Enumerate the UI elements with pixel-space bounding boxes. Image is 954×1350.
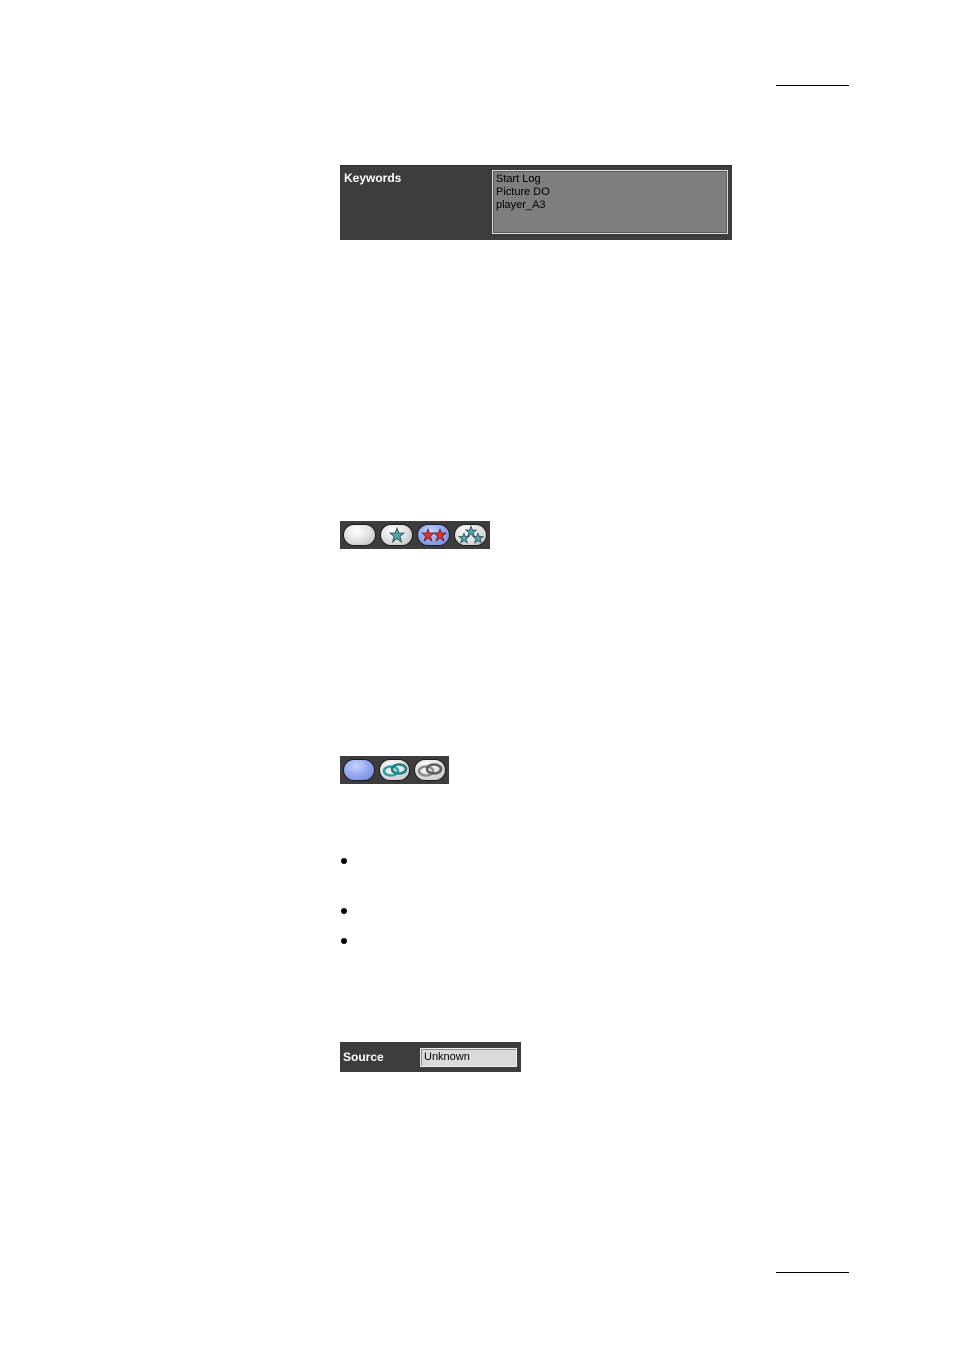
source-panel: Source Unknown (340, 1042, 521, 1072)
link-none-button[interactable] (343, 759, 375, 781)
three-stars-icon (457, 525, 484, 544)
keyword-item: Start Log (496, 173, 541, 185)
source-field[interactable]: Unknown (420, 1048, 517, 1067)
rating-button-bar (340, 521, 490, 549)
bullet-point (341, 908, 347, 914)
keywords-panel: Keywords Start Log Picture DO player_A3 (340, 165, 732, 240)
rating-two-stars-button[interactable] (417, 524, 450, 546)
link-button[interactable] (378, 759, 411, 781)
bullet-point (341, 938, 347, 944)
keywords-label: Keywords (344, 171, 402, 185)
link-grey-icon (417, 763, 443, 777)
footer-rule (776, 1272, 849, 1273)
link-button-bar (340, 756, 449, 784)
rating-one-star-button[interactable] (380, 524, 413, 546)
rating-none-button[interactable] (343, 524, 376, 546)
bullet-point (341, 858, 347, 864)
keywords-list-field[interactable]: Start Log Picture DO player_A3 (492, 170, 728, 234)
keyword-item: Picture DO (496, 186, 550, 198)
header-rule (776, 85, 849, 86)
two-stars-icon (420, 528, 447, 542)
rating-three-stars-button[interactable] (454, 524, 487, 546)
keyword-item: player_A3 (496, 199, 546, 211)
link-grey-button[interactable] (414, 759, 447, 781)
link-icon (382, 763, 407, 777)
one-star-icon (388, 527, 405, 543)
source-label: Source (343, 1050, 384, 1064)
